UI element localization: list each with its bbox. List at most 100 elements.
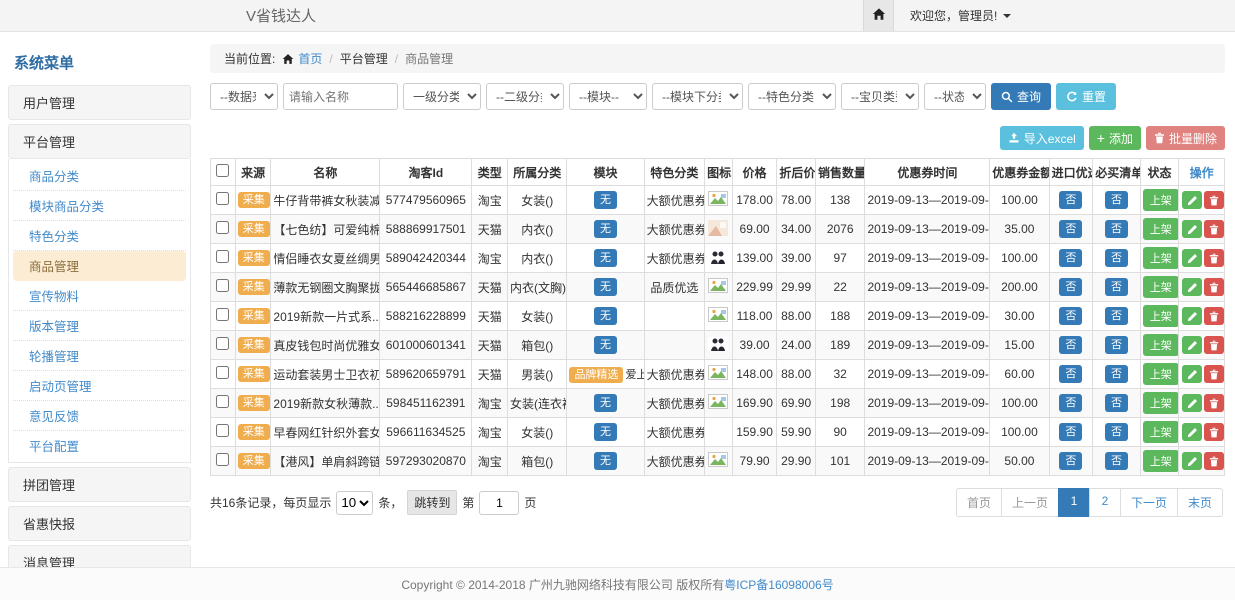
imported-toggle-badge[interactable]: 否: [1059, 452, 1082, 470]
select-all-checkbox[interactable]: [216, 164, 229, 177]
imported-toggle-badge[interactable]: 否: [1059, 336, 1082, 354]
add-button[interactable]: + 添加: [1089, 126, 1141, 150]
filter-select[interactable]: --模块下分类--: [652, 83, 743, 110]
edit-button[interactable]: [1182, 452, 1202, 470]
imported-toggle-badge[interactable]: 否: [1059, 249, 1082, 267]
edit-button[interactable]: [1182, 278, 1202, 296]
sidebar-subitem[interactable]: 版本管理: [13, 311, 186, 341]
must-buy-toggle-badge[interactable]: 否: [1105, 336, 1128, 354]
filter-select[interactable]: --状态--: [924, 83, 986, 110]
row-checkbox[interactable]: [216, 395, 229, 408]
sidebar-subitem[interactable]: 意见反馈: [13, 401, 186, 431]
pagination-button[interactable]: 2: [1089, 488, 1121, 517]
row-checkbox[interactable]: [216, 308, 229, 321]
sidebar-subitem[interactable]: 特色分类: [13, 221, 186, 251]
must-buy-toggle-badge[interactable]: 否: [1105, 249, 1128, 267]
status-button[interactable]: 上架: [1143, 421, 1179, 443]
import-excel-button[interactable]: 导入excel: [1000, 126, 1084, 150]
must-buy-toggle-badge[interactable]: 否: [1105, 423, 1128, 441]
filter-select[interactable]: --数据来源--: [210, 83, 278, 110]
delete-button[interactable]: [1204, 249, 1224, 267]
imported-toggle-badge[interactable]: 否: [1059, 423, 1082, 441]
reset-button[interactable]: 重置: [1056, 83, 1116, 110]
edit-button[interactable]: [1182, 249, 1202, 267]
must-buy-toggle-badge[interactable]: 否: [1105, 278, 1128, 296]
pagination-button[interactable]: 末页: [1177, 488, 1223, 517]
delete-button[interactable]: [1204, 394, 1224, 412]
must-buy-toggle-badge[interactable]: 否: [1105, 394, 1128, 412]
sidebar-item[interactable]: 用户管理: [8, 85, 191, 120]
sidebar-item[interactable]: 省惠快报: [8, 506, 191, 541]
row-checkbox[interactable]: [216, 192, 229, 205]
delete-button[interactable]: [1204, 220, 1224, 238]
user-menu[interactable]: 欢迎您，管理员!: [910, 7, 1011, 24]
icp-link[interactable]: 粤ICP备16098006号: [724, 576, 833, 593]
status-button[interactable]: 上架: [1143, 247, 1179, 269]
must-buy-toggle-badge[interactable]: 否: [1105, 191, 1128, 209]
status-button[interactable]: 上架: [1143, 334, 1179, 356]
sidebar-subitem[interactable]: 轮播管理: [13, 341, 186, 371]
must-buy-toggle-badge[interactable]: 否: [1105, 365, 1128, 383]
row-checkbox[interactable]: [216, 337, 229, 350]
filter-select[interactable]: 一级分类: [403, 83, 481, 110]
status-button[interactable]: 上架: [1143, 392, 1179, 414]
imported-toggle-badge[interactable]: 否: [1059, 220, 1082, 238]
pagination-button[interactable]: 1: [1058, 488, 1090, 517]
status-button[interactable]: 上架: [1143, 276, 1179, 298]
row-checkbox[interactable]: [216, 366, 229, 379]
status-button[interactable]: 上架: [1143, 189, 1179, 211]
sidebar-subitem-active[interactable]: 商品管理: [13, 251, 186, 281]
filter-select[interactable]: --宝贝类型--: [841, 83, 919, 110]
edit-button[interactable]: [1182, 191, 1202, 209]
edit-button[interactable]: [1182, 220, 1202, 238]
delete-button[interactable]: [1204, 452, 1224, 470]
row-checkbox[interactable]: [216, 221, 229, 234]
query-button[interactable]: 查询: [991, 83, 1051, 110]
sidebar-subitem[interactable]: 启动页管理: [13, 371, 186, 401]
imported-toggle-badge[interactable]: 否: [1059, 191, 1082, 209]
status-button[interactable]: 上架: [1143, 218, 1179, 240]
sidebar-item[interactable]: 拼团管理: [8, 467, 191, 502]
delete-button[interactable]: [1204, 365, 1224, 383]
row-checkbox[interactable]: [216, 250, 229, 263]
delete-button[interactable]: [1204, 307, 1224, 325]
row-checkbox[interactable]: [216, 453, 229, 466]
delete-button[interactable]: [1204, 336, 1224, 354]
edit-button[interactable]: [1182, 365, 1202, 383]
edit-button[interactable]: [1182, 394, 1202, 412]
name-search-input[interactable]: [283, 83, 398, 110]
row-checkbox[interactable]: [216, 424, 229, 437]
imported-toggle-badge[interactable]: 否: [1059, 278, 1082, 296]
must-buy-toggle-badge[interactable]: 否: [1105, 220, 1128, 238]
breadcrumb-home-link[interactable]: 首页: [282, 50, 322, 67]
must-buy-toggle-badge[interactable]: 否: [1105, 452, 1128, 470]
sidebar-subitem[interactable]: 平台配置: [13, 431, 186, 460]
delete-button[interactable]: [1204, 278, 1224, 296]
edit-button[interactable]: [1182, 423, 1202, 441]
home-button[interactable]: [863, 0, 894, 31]
sidebar-subitem[interactable]: 宣传物料: [13, 281, 186, 311]
row-checkbox[interactable]: [216, 279, 229, 292]
filter-select[interactable]: --二级分类--: [486, 83, 564, 110]
imported-toggle-badge[interactable]: 否: [1059, 307, 1082, 325]
imported-toggle-badge[interactable]: 否: [1059, 365, 1082, 383]
pagination-button[interactable]: 下一页: [1120, 488, 1178, 517]
sidebar-subitem[interactable]: 商品分类: [13, 161, 186, 191]
delete-button[interactable]: [1204, 191, 1224, 209]
page-number-input[interactable]: [479, 491, 519, 515]
sidebar-subitem[interactable]: 模块商品分类: [13, 191, 186, 221]
must-buy-toggle-badge[interactable]: 否: [1105, 307, 1128, 325]
filter-select[interactable]: --特色分类--: [748, 83, 836, 110]
batch-delete-button[interactable]: 批量删除: [1146, 126, 1225, 150]
page-size-select[interactable]: 10: [336, 491, 373, 515]
status-button[interactable]: 上架: [1143, 305, 1179, 327]
imported-toggle-badge[interactable]: 否: [1059, 394, 1082, 412]
sidebar-item[interactable]: 消息管理: [8, 545, 191, 567]
jump-button[interactable]: 跳转到: [407, 490, 457, 515]
status-button[interactable]: 上架: [1143, 363, 1179, 385]
delete-button[interactable]: [1204, 423, 1224, 441]
sidebar-item[interactable]: 平台管理: [8, 124, 191, 159]
status-button[interactable]: 上架: [1143, 450, 1179, 472]
edit-button[interactable]: [1182, 336, 1202, 354]
filter-select[interactable]: --模块--: [569, 83, 647, 110]
